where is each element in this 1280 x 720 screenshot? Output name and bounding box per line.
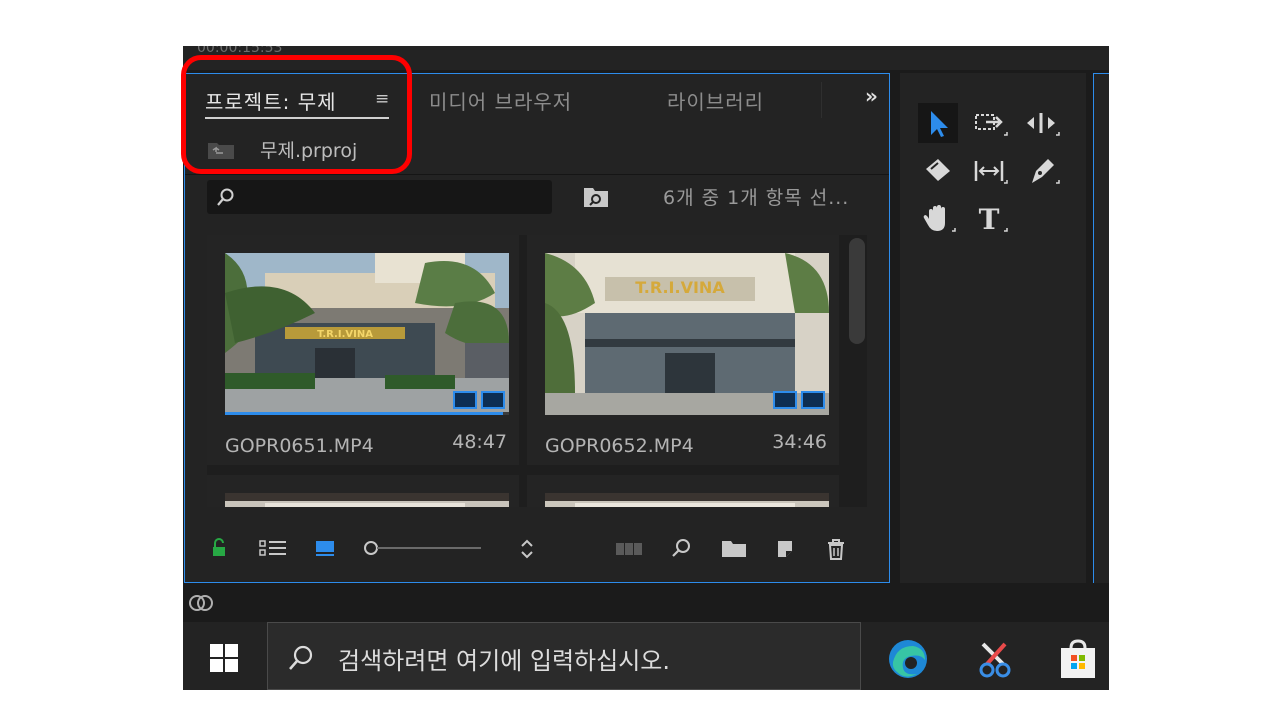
clip-thumbnail[interactable]: T.R.I.VINA <box>545 253 829 415</box>
project-search-input[interactable] <box>207 180 552 214</box>
creative-cloud-icon[interactable] <box>187 592 215 614</box>
clip-name: GOPR0651.MP4 <box>225 435 374 457</box>
new-bin-icon[interactable] <box>721 538 747 558</box>
snipping-tool-icon[interactable] <box>975 638 1017 680</box>
selection-tool[interactable] <box>918 103 958 143</box>
more-tabs-icon[interactable]: » <box>865 84 878 108</box>
zoom-slider[interactable] <box>363 538 483 558</box>
sort-icon[interactable] <box>519 538 535 560</box>
clip-card[interactable] <box>207 475 519 507</box>
clip-card[interactable]: T.R.I.VINA GOPR0652.MP4 34:46 <box>527 235 839 465</box>
new-item-icon[interactable] <box>775 538 795 558</box>
active-tab-underline <box>205 117 389 119</box>
interior-thumbnail-image <box>545 493 829 507</box>
clip-duration: 48:47 <box>452 431 507 453</box>
panel-tabs: 프로젝트: 무제 ≡ 미디어 브라우저 라이브러리 » <box>185 74 889 122</box>
program-monitor-edge <box>1093 73 1109 583</box>
trash-icon[interactable] <box>827 538 845 560</box>
track-select-tool[interactable] <box>970 103 1010 143</box>
interior-thumbnail-image <box>225 493 509 507</box>
premiere-window: 00:00:15:53 프로젝트: 무제 ≡ 미디어 브라우저 라이브러리 » … <box>183 46 1109 690</box>
slip-icon <box>974 161 1008 184</box>
pen-tool[interactable] <box>1022 151 1062 191</box>
timecode-strip: 00:00:15:53 <box>183 46 1109 70</box>
tab-divider <box>821 82 822 118</box>
search-icon <box>289 645 313 670</box>
tools-panel: T <box>900 73 1086 583</box>
ripple-edit-tool[interactable] <box>1022 103 1062 143</box>
project-panel: 프로젝트: 무제 ≡ 미디어 브라우저 라이브러리 » 무제.prproj 6개… <box>184 73 890 583</box>
project-folder-icon <box>208 143 234 159</box>
pen-icon <box>1032 159 1060 184</box>
audio-badge-icon <box>481 391 505 409</box>
video-badge-icon <box>773 391 797 409</box>
clip-card[interactable]: T.R.I.VINA GOPR0651.MP4 48:47 <box>207 235 519 465</box>
arrow-icon <box>931 111 948 137</box>
edge-browser-icon[interactable] <box>887 638 929 680</box>
tab-media-browser[interactable]: 미디어 브라우저 <box>429 86 572 115</box>
icon-view-icon[interactable] <box>315 538 335 558</box>
clip-card[interactable] <box>527 475 839 507</box>
audio-badge-icon <box>801 391 825 409</box>
slip-tool[interactable] <box>970 151 1010 191</box>
clip-duration: 34:46 <box>772 431 827 453</box>
razor-tool[interactable] <box>918 151 958 191</box>
playhead-progress <box>225 412 509 415</box>
hand-tool[interactable] <box>918 199 958 239</box>
list-view-icon[interactable] <box>259 538 287 558</box>
project-toolbar <box>185 526 889 576</box>
taskbar-search-input[interactable]: 검색하려면 여기에 입력하십시오. <box>267 622 861 690</box>
ripple-edit-icon <box>1027 113 1060 136</box>
video-badge-icon <box>453 391 477 409</box>
type-icon: T <box>979 203 1008 236</box>
tab-project[interactable]: 프로젝트: 무제 <box>205 86 337 115</box>
grid-scrollbar[interactable] <box>849 238 865 344</box>
clip-thumbnail[interactable] <box>225 493 509 507</box>
hand-icon <box>923 205 956 232</box>
windows-start-button[interactable] <box>210 644 238 672</box>
automate-to-sequence-icon[interactable] <box>615 538 643 558</box>
clip-thumbnail[interactable]: T.R.I.VINA <box>225 253 509 415</box>
project-file-label: 무제.prproj <box>260 140 358 162</box>
svg-text:T: T <box>979 203 1000 236</box>
item-count-label: 6개 중 1개 항목 선... <box>663 187 850 209</box>
clip-grid: T.R.I.VINA GOPR0651.MP4 48:47 T.R.I.VINA… <box>207 235 867 507</box>
store-sign-text: T.R.I.VINA <box>317 329 373 340</box>
lock-icon[interactable] <box>211 538 227 558</box>
panel-divider <box>185 174 889 175</box>
taskbar-search-placeholder: 검색하려면 여기에 입력하십시오. <box>338 647 671 675</box>
tab-libraries[interactable]: 라이브러리 <box>667 86 764 115</box>
razor-icon <box>926 159 950 181</box>
windows-taskbar: 검색하려면 여기에 입력하십시오. <box>183 622 1109 690</box>
type-tool[interactable]: T <box>970 199 1010 239</box>
microsoft-store-icon[interactable] <box>1057 638 1099 680</box>
search-icon <box>217 188 234 206</box>
clip-name: GOPR0652.MP4 <box>545 435 694 457</box>
new-search-bin-icon[interactable] <box>583 186 609 208</box>
timecode: 00:00:15:53 <box>197 46 283 56</box>
track-select-icon <box>975 114 1008 136</box>
find-icon[interactable] <box>671 538 691 558</box>
panel-menu-icon[interactable]: ≡ <box>375 89 389 109</box>
clip-thumbnail[interactable] <box>545 493 829 507</box>
store-sign-text: T.R.I.VINA <box>635 278 725 297</box>
